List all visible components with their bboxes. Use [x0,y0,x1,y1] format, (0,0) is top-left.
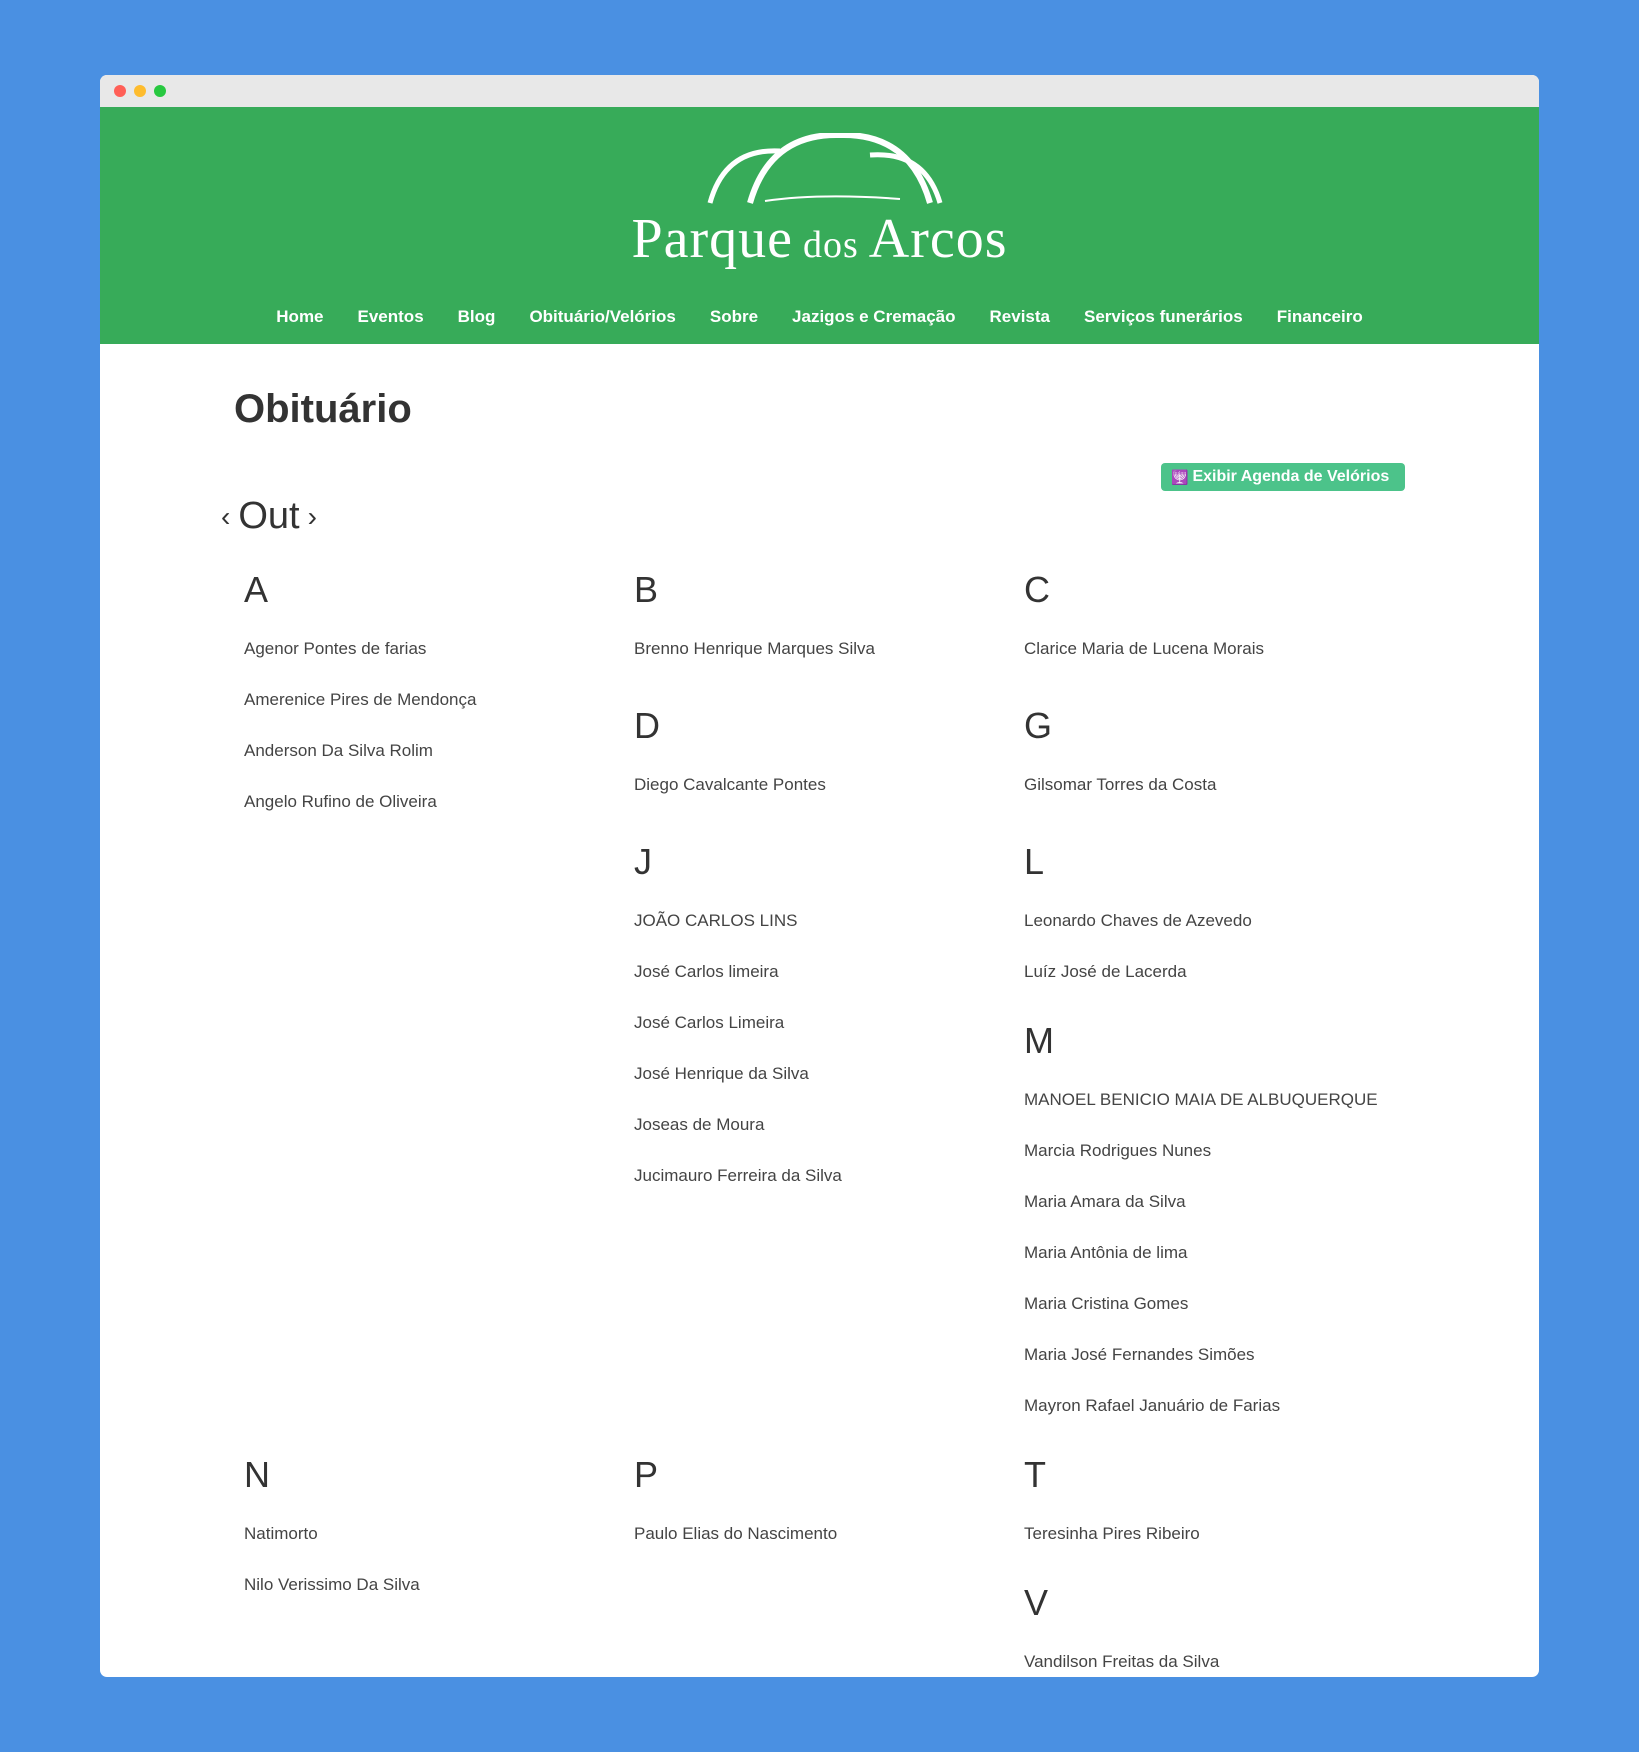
obituary-name-link[interactable]: Angelo Rufino de Oliveira [244,791,624,842]
letter-group-b: B Brenno Henrique Marques Silva [634,570,1014,689]
obituary-name-link[interactable]: Natimorto [244,1523,624,1574]
letter-group-g: G Gilsomar Torres da Costa [1024,706,1404,825]
site-header: Parque dos Arcos Home Eventos Blog Obituár… [100,107,1539,344]
letter-group-c: C Clarice Maria de Lucena Morais [1024,570,1404,689]
obituary-name-link[interactable]: Marcia Rodrigues Nunes [1024,1140,1404,1191]
obituary-name-link[interactable]: Gilsomar Torres da Costa [1024,774,1404,825]
letter-heading: A [244,569,269,610]
obituary-name-link[interactable]: Nilo Verissimo Da Silva [244,1574,624,1625]
letter-group-l: L Leonardo Chaves de Azevedo Luíz José de … [1024,842,1404,1012]
letter-group-j: J JOÃO CARLOS LINS José Carlos limeira José… [634,842,1014,1216]
letter-group-d: D Diego Cavalcante Pontes [634,706,1014,825]
obituary-name-link[interactable]: Vandilson Freitas da Silva [1024,1651,1404,1677]
letter-group-p: P Paulo Elias do Nascimento [634,1455,1014,1574]
obituary-name-link[interactable]: Maria Amara da Silva [1024,1191,1404,1242]
obituary-name-link[interactable]: Joseas de Moura [634,1114,1014,1165]
letter-group-t: T Teresinha Pires Ribeiro [1024,1455,1404,1574]
next-month-button[interactable]: › [304,501,321,533]
nav-eventos[interactable]: Eventos [358,307,424,327]
obituary-name-link[interactable]: Maria José Fernandes Simões [1024,1344,1404,1395]
obituary-name-link[interactable]: JOÃO CARLOS LINS [634,910,1014,961]
letter-group-n: N Natimorto Nilo Verissimo Da Silva [244,1455,624,1625]
letter-heading: C [1024,569,1050,610]
letter-group-m: M MANOEL BENICIO MAIA DE ALBUQUERQUE Marci… [1024,1021,1404,1446]
current-month: Out [238,495,300,537]
site-logo[interactable]: Parque dos Arcos [100,133,1539,273]
browser-window: Parque dos Arcos Home Eventos Blog Obituár… [100,75,1539,1677]
logo-text: Parque dos Arcos [100,207,1539,271]
letter-heading: P [634,1454,659,1495]
obituary-name-link[interactable]: José Carlos Limeira [634,1012,1014,1063]
obituary-name-link[interactable]: José Henrique da Silva [634,1063,1014,1114]
nav-sobre[interactable]: Sobre [710,307,758,327]
obituary-name-link[interactable]: Maria Cristina Gomes [1024,1293,1404,1344]
obituary-name-link[interactable]: Mayron Rafael Januário de Farias [1024,1395,1404,1446]
obituary-name-link[interactable]: MANOEL BENICIO MAIA DE ALBUQUERQUE [1024,1089,1404,1140]
letter-heading: T [1024,1454,1046,1495]
obituary-name-link[interactable]: Brenno Henrique Marques Silva [634,638,1014,689]
nav-financeiro[interactable]: Financeiro [1277,307,1363,327]
nav-jazigos[interactable]: Jazigos e Cremação [792,307,955,327]
obituary-name-link[interactable]: Luíz José de Lacerda [1024,961,1404,1012]
letter-heading: J [634,841,652,882]
page-title: Obituário [234,387,412,431]
nav-revista[interactable]: Revista [990,307,1050,327]
letter-heading: L [1024,841,1045,882]
obituary-name-link[interactable]: Maria Antônia de lima [1024,1242,1404,1293]
prev-month-button[interactable]: ‹ [217,501,234,533]
candles-icon: 🕎 [1171,468,1189,485]
obituary-name-link[interactable]: Leonardo Chaves de Azevedo [1024,910,1404,961]
obituary-name-link[interactable]: Agenor Pontes de farias [244,638,624,689]
obituary-name-link[interactable]: José Carlos limeira [634,961,1014,1012]
letter-group-v: V Vandilson Freitas da Silva [1024,1583,1404,1677]
letter-heading: D [634,705,660,746]
obituary-name-link[interactable]: Diego Cavalcante Pontes [634,774,1014,825]
logo-word-1: Parque [631,208,793,270]
obituary-name-link[interactable]: Jucimauro Ferreira da Silva [634,1165,1014,1216]
nav-home[interactable]: Home [276,307,323,327]
month-navigation: ‹ Out › [217,495,321,538]
close-window-button[interactable] [114,85,126,97]
letter-heading: N [244,1454,270,1495]
logo-word-2: dos [802,224,859,266]
obituary-name-link[interactable]: Paulo Elias do Nascimento [634,1523,1014,1574]
agenda-velorios-button[interactable]: 🕎 Exibir Agenda de Velórios [1161,463,1405,491]
letter-heading: B [634,569,659,610]
obituary-name-link[interactable]: Amerenice Pires de Mendonça [244,689,624,740]
obituary-name-link[interactable]: Anderson Da Silva Rolim [244,740,624,791]
logo-word-3: Arcos [868,208,1008,270]
window-titlebar [100,75,1539,107]
letter-heading: V [1024,1582,1049,1623]
letter-heading: M [1024,1020,1054,1061]
nav-servicos[interactable]: Serviços funerários [1084,307,1243,327]
nav-blog[interactable]: Blog [458,307,496,327]
minimize-window-button[interactable] [134,85,146,97]
agenda-button-label: Exibir Agenda de Velórios [1192,468,1390,485]
main-nav: Home Eventos Blog Obituário/Velórios Sob… [100,307,1539,327]
arches-icon [707,133,942,204]
obituary-name-link[interactable]: Teresinha Pires Ribeiro [1024,1523,1404,1574]
obituary-name-link[interactable]: Clarice Maria de Lucena Morais [1024,638,1404,689]
nav-obituario[interactable]: Obituário/Velórios [529,307,675,327]
maximize-window-button[interactable] [154,85,166,97]
letter-group-a: A Agenor Pontes de farias Amerenice Pires … [244,570,624,842]
letter-heading: G [1024,705,1053,746]
